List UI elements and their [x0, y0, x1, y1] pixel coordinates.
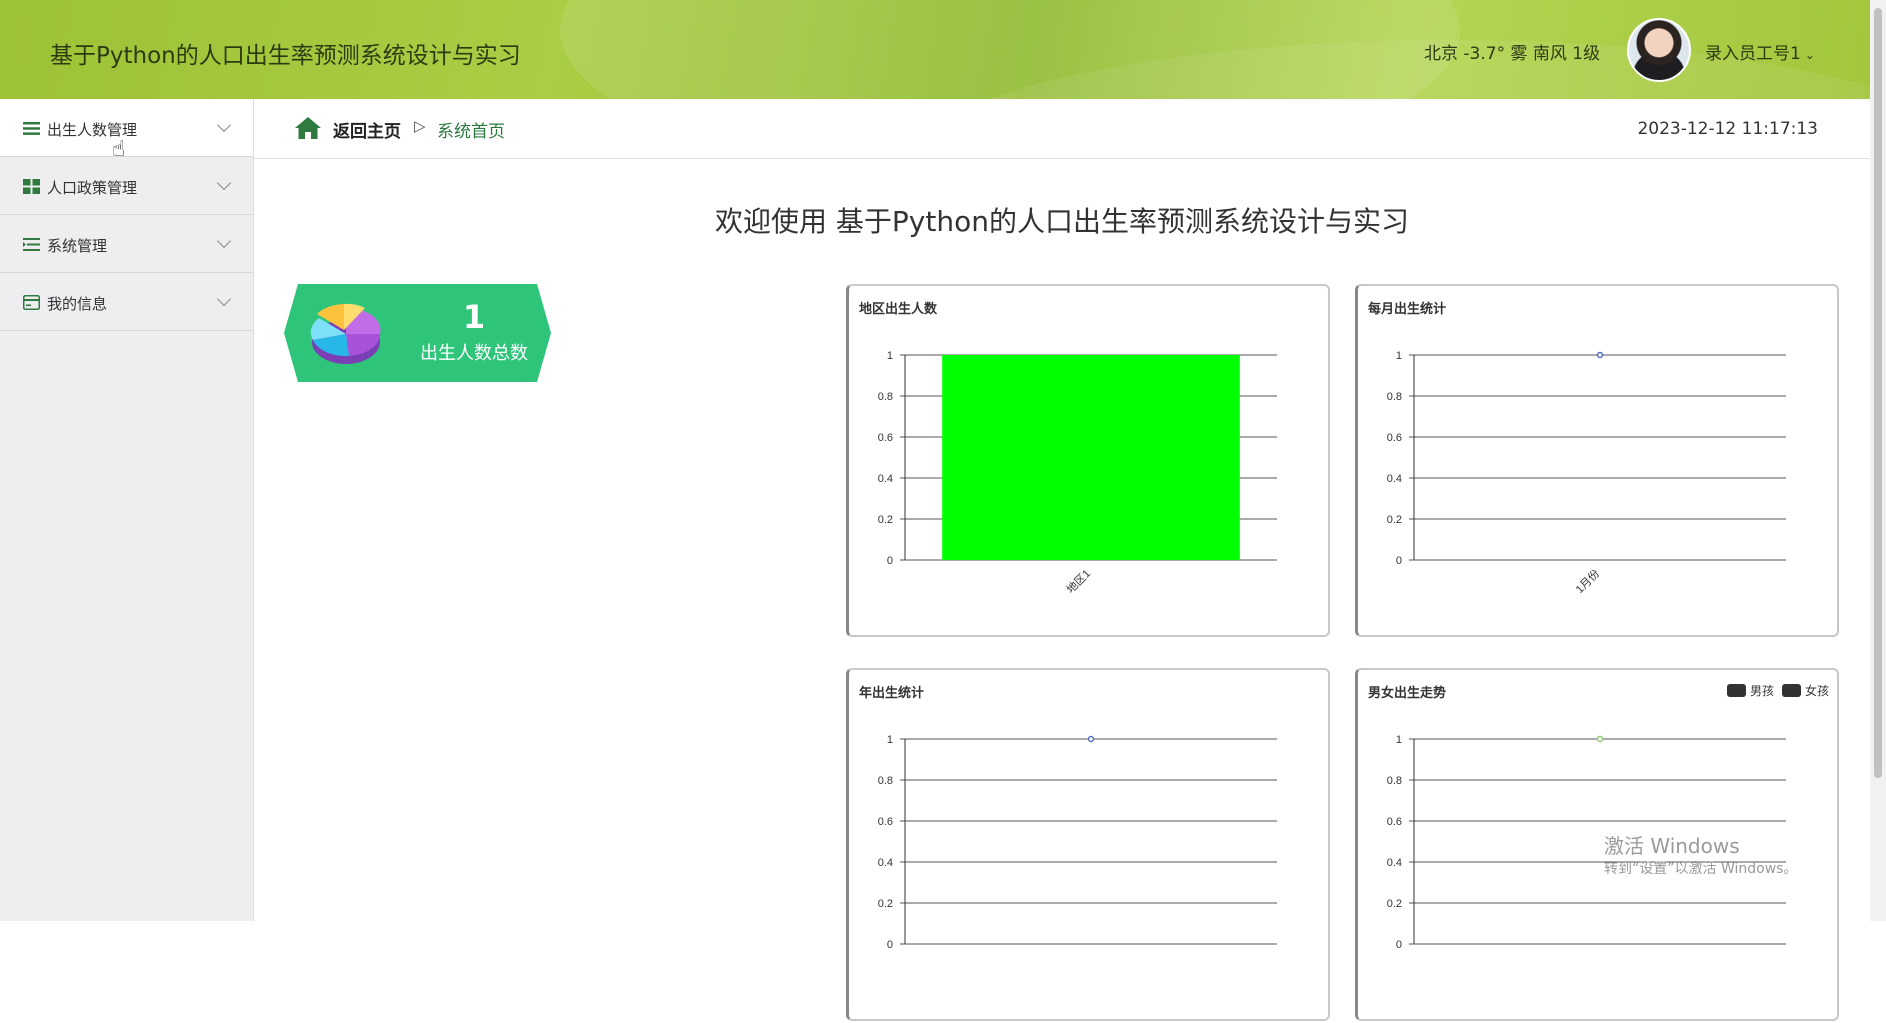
y-tick-label: 0.2	[1387, 898, 1402, 910]
chart-panel-gender: 男女出生走势 男孩 女孩 0 0.2 0.4 0.6 0.8 1	[1355, 668, 1839, 1021]
y-tick-label: 0.6	[878, 432, 893, 444]
y-tick-label: 0.4	[878, 857, 893, 869]
sidebar-item-my-info[interactable]: 我的信息	[0, 273, 253, 331]
y-tick-label: 0.4	[878, 473, 893, 485]
sidebar-item-policy-management[interactable]: 人口政策管理	[0, 157, 253, 215]
scrollbar-thumb[interactable]	[1874, 8, 1882, 778]
region-bar-chart: 0 0.2 0.4 0.6 0.8 1 地区1	[878, 350, 1277, 596]
avatar[interactable]	[1627, 18, 1691, 82]
y-tick-label: 1	[1396, 734, 1402, 746]
hand-cursor-icon: ☝	[112, 137, 126, 162]
top-header: 基于Python的人口出生率预测系统设计与实习 北京 -3.7° 雾 南风 1级…	[0, 0, 1870, 99]
weather-info: 北京 -3.7° 雾 南风 1级	[1424, 44, 1601, 64]
page-scrollbar[interactable]	[1870, 0, 1886, 921]
y-tick-label: 0.2	[878, 514, 893, 526]
windows-activation-hint: 转到“设置”以激活 Windows。	[1604, 861, 1798, 877]
chart-panel-yearly: 年出生统计 0 0.2 0.4 0.6 0.8 1	[846, 668, 1330, 1021]
list-icon	[23, 122, 40, 135]
data-point	[1596, 735, 1604, 743]
y-tick-label: 0.4	[1387, 857, 1402, 869]
y-tick-label: 0	[887, 555, 893, 567]
y-tick-label: 0.8	[878, 391, 893, 403]
sidebar-item-label: 我的信息	[47, 295, 108, 313]
x-tick-label: 地区1	[1064, 567, 1093, 596]
user-menu[interactable]: 录入员工号1 ⌄	[1705, 39, 1815, 64]
bar	[942, 355, 1240, 560]
y-tick-label: 0.8	[878, 775, 893, 787]
sidebar-item-label: 系统管理	[47, 237, 108, 255]
windows-activation-watermark: 激活 Windows	[1604, 834, 1740, 858]
breadcrumb: 返回主页 ▷ 系统首页 2023-12-12 11:17:13	[254, 99, 1870, 159]
grid-icon	[23, 179, 40, 194]
stat-label: 出生人数总数	[420, 343, 528, 364]
current-datetime: 2023-12-12 11:17:13	[1637, 119, 1818, 139]
y-tick-label: 0.2	[878, 898, 893, 910]
sidebar-item-birth-management[interactable]: 出生人数管理	[0, 99, 253, 157]
user-name: 录入员工号1	[1705, 44, 1801, 64]
menu-icon	[23, 238, 40, 251]
chevron-down-icon	[216, 233, 232, 249]
chevron-down-icon	[216, 175, 232, 191]
y-tick-label: 0.8	[1387, 391, 1402, 403]
y-tick-label: 0.8	[1387, 775, 1402, 787]
card-icon	[23, 295, 40, 310]
welcome-heading: 欢迎使用 基于Python的人口出生率预测系统设计与实习	[715, 205, 1409, 238]
stat-card-birth-total[interactable]: 1 出生人数总数	[284, 284, 551, 382]
yearly-line-chart: 0 0.2 0.4 0.6 0.8 1	[878, 734, 1277, 951]
data-point	[1087, 735, 1095, 743]
chevron-down-icon	[216, 291, 232, 307]
breadcrumb-current[interactable]: 系统首页	[437, 117, 505, 142]
x-tick-label: 1月份	[1573, 567, 1602, 596]
chevron-down-icon	[216, 117, 232, 133]
y-tick-label: 0.6	[1387, 432, 1402, 444]
app-title: 基于Python的人口出生率预测系统设计与实习	[50, 43, 521, 69]
pie-chart-icon	[309, 300, 384, 368]
y-tick-label: 1	[887, 350, 893, 362]
y-tick-label: 0.2	[1387, 514, 1402, 526]
chart-panel-monthly: 每月出生统计 0 0.2 0.4 0.6 0.8 1 1月份	[1355, 284, 1839, 637]
y-tick-label: 0.4	[1387, 473, 1402, 485]
sidebar-item-label: 人口政策管理	[47, 179, 138, 197]
sidebar: 出生人数管理 人口政策管理 系统管理 我的信息	[0, 99, 254, 921]
data-point	[1596, 351, 1604, 359]
chevron-down-icon: ⌄	[1804, 48, 1815, 62]
monthly-line-chart: 0 0.2 0.4 0.6 0.8 1 1月份	[1387, 350, 1786, 596]
chart-panel-region: 地区出生人数 0 0.2 0.4 0.6 0.8 1 地区1	[846, 284, 1330, 637]
back-home-link[interactable]: 返回主页	[333, 117, 401, 142]
gender-line-chart: 0 0.2 0.4 0.6 0.8 1	[1387, 734, 1786, 951]
sidebar-item-system-management[interactable]: 系统管理	[0, 215, 253, 273]
breadcrumb-separator: ▷	[414, 117, 426, 135]
y-tick-label: 0.6	[878, 816, 893, 828]
home-icon[interactable]	[294, 116, 322, 140]
y-tick-label: 0	[1396, 555, 1402, 567]
y-tick-label: 1	[1396, 350, 1402, 362]
y-tick-label: 0	[887, 939, 893, 951]
stat-value: 1	[462, 298, 486, 336]
y-tick-label: 0	[1396, 939, 1402, 951]
y-tick-label: 0.6	[1387, 816, 1402, 828]
y-tick-label: 1	[887, 734, 893, 746]
